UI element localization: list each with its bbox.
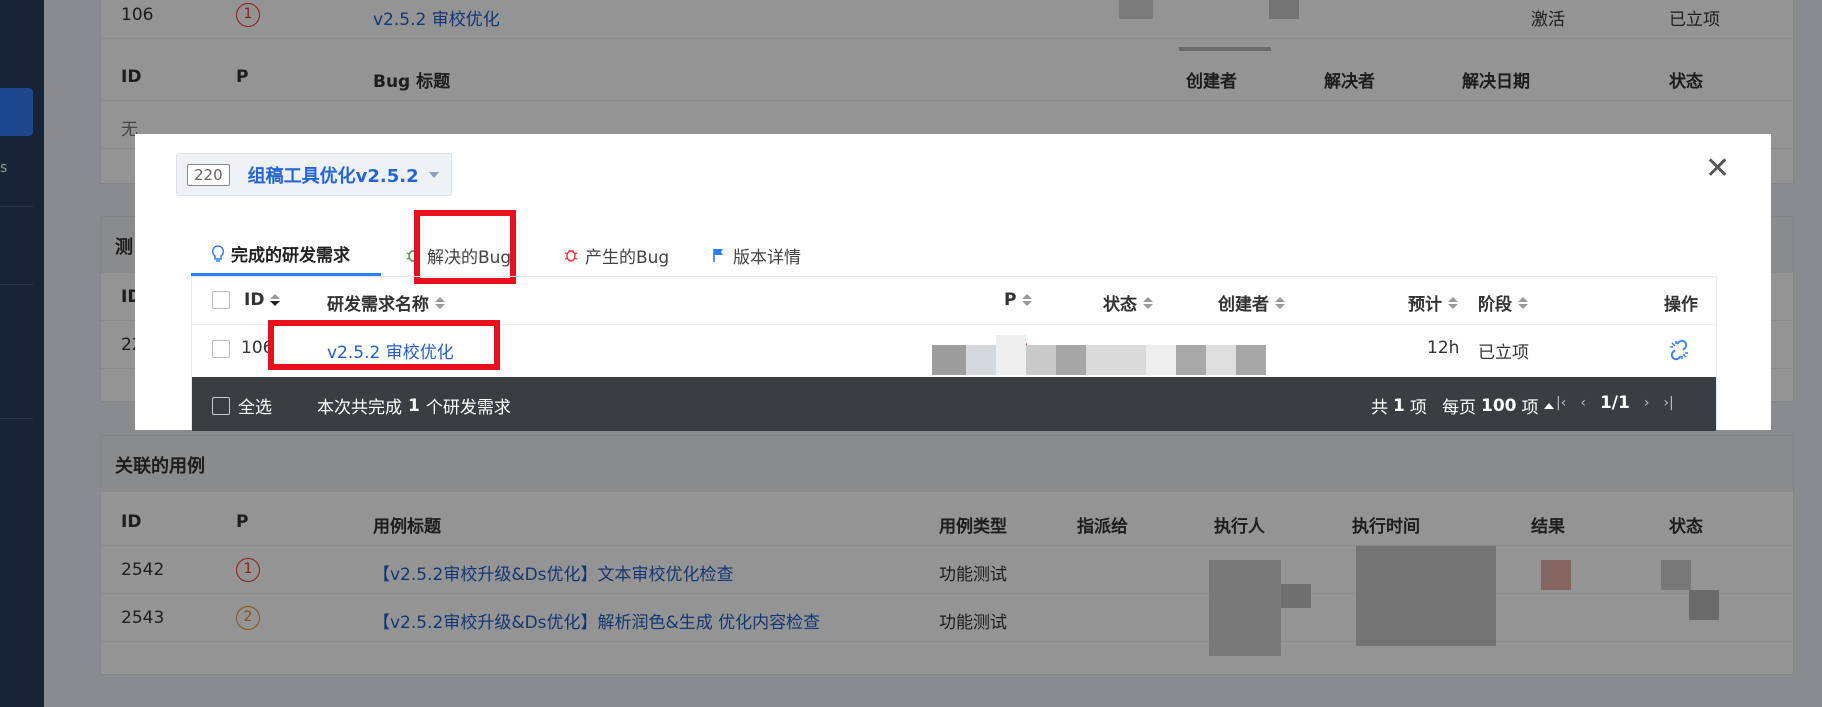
- pager: |‹ ‹ 1/1 › ›|: [1556, 393, 1674, 413]
- highlight-box: [414, 210, 516, 284]
- total-count: 共 1 项: [1371, 395, 1427, 419]
- select-all-checkbox[interactable]: [212, 396, 230, 415]
- row-checkbox[interactable]: [212, 340, 230, 358]
- page-indicator: 1/1: [1599, 393, 1630, 413]
- redacted-block: [1026, 345, 1056, 375]
- build-name: 组稿工具优化v2.5.2: [247, 165, 419, 187]
- tab-label: 完成的研发需求: [231, 246, 350, 266]
- redacted-block: [932, 345, 966, 375]
- last-page-icon[interactable]: ›|: [1663, 395, 1673, 411]
- sort-icon: [270, 294, 281, 306]
- tab-created-bugs[interactable]: 产生的Bug: [563, 234, 669, 276]
- col-id[interactable]: ID: [244, 290, 281, 310]
- col-creator[interactable]: 创建者: [1218, 290, 1285, 315]
- redacted-block: [1236, 345, 1266, 375]
- tab-label: 产生的Bug: [585, 247, 670, 268]
- sort-icon: [1022, 294, 1033, 306]
- sort-icon: [1518, 296, 1528, 309]
- redacted-block: [1146, 345, 1176, 375]
- redacted-block: [1206, 345, 1236, 375]
- prev-page-icon[interactable]: ‹: [1580, 395, 1586, 411]
- col-story-name[interactable]: 研发需求名称: [327, 290, 445, 315]
- first-page-icon[interactable]: |‹: [1556, 395, 1566, 411]
- build-id-badge: 220: [187, 163, 230, 186]
- page-size-selector[interactable]: 每页 100 项: [1442, 393, 1554, 418]
- col-priority[interactable]: P: [1004, 290, 1033, 310]
- next-page-icon[interactable]: ›: [1644, 395, 1650, 411]
- story-stage: 已立项: [1478, 343, 1529, 363]
- highlight-box: [268, 320, 500, 370]
- build-modal: 220 组稿工具优化v2.5.2 ✕ 完成的研发需求 解决的Bug 产生的Bug: [135, 134, 1771, 431]
- story-estimate: 12h: [1427, 338, 1460, 358]
- select-all[interactable]: 全选: [212, 393, 272, 418]
- close-icon[interactable]: ✕: [1705, 154, 1730, 184]
- col-estimate[interactable]: 预计: [1408, 290, 1458, 315]
- caret-up-icon: [1543, 402, 1554, 409]
- lightbulb-icon: [211, 244, 225, 263]
- redacted-block: [996, 335, 1026, 375]
- tab-build-details[interactable]: 版本详情: [711, 234, 801, 276]
- completed-summary: 本次共完成 1 个研发需求: [317, 395, 511, 419]
- sort-icon: [1275, 296, 1285, 309]
- col-stage[interactable]: 阶段: [1478, 290, 1528, 315]
- tab-label: 版本详情: [733, 247, 801, 268]
- col-action: 操作: [1664, 295, 1698, 315]
- table-footer: 全选 本次共完成 1 个研发需求 共 1 项 每页 100 项 |‹ ‹ 1/1…: [192, 377, 1716, 431]
- sort-icon: [1448, 296, 1458, 309]
- table-header: ID 研发需求名称 P 状态 创建者 预计 阶段 操作: [192, 277, 1716, 325]
- col-status[interactable]: 状态: [1103, 290, 1153, 315]
- chevron-down-icon: [428, 171, 439, 178]
- build-selector[interactable]: 220 组稿工具优化v2.5.2: [176, 153, 452, 196]
- flag-icon: [711, 247, 727, 263]
- redacted-block: [1056, 345, 1086, 375]
- sort-icon: [435, 296, 445, 309]
- tab-completed-stories[interactable]: 完成的研发需求: [191, 234, 381, 276]
- redacted-block: [1086, 345, 1146, 375]
- bug-icon: [563, 247, 579, 263]
- sort-icon: [1143, 296, 1153, 309]
- unlink-icon[interactable]: [1668, 339, 1690, 361]
- redacted-block: [1176, 345, 1206, 375]
- header-checkbox[interactable]: [212, 291, 230, 309]
- redacted-block: [966, 345, 996, 375]
